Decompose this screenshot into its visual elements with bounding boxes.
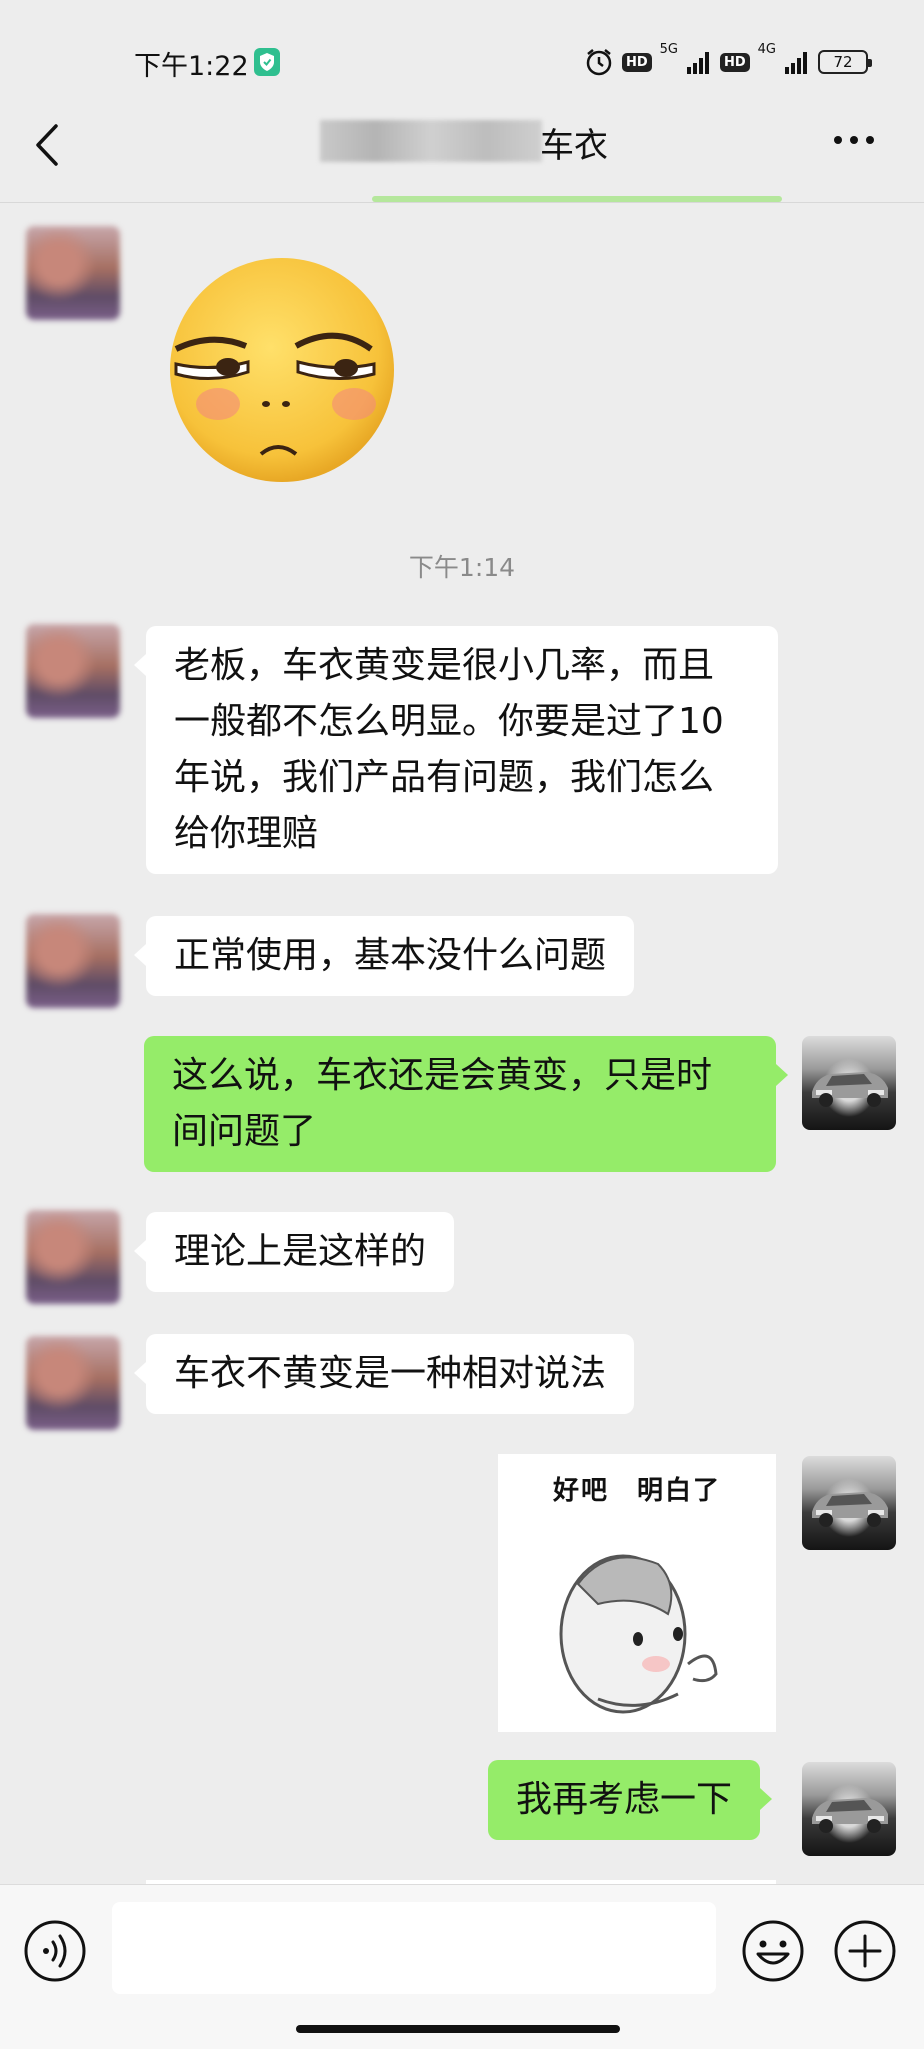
message-line: 给你理赔 <box>174 813 319 854</box>
status-time: 下午1:22 <box>134 51 249 82</box>
alarm-icon <box>586 49 612 76</box>
message-line: 一般都不怎么明显。你要是过了10 <box>174 701 724 742</box>
hamster-sticker[interactable]: 好吧 明白了 <box>498 1454 776 1732</box>
network-4g-label: 4G <box>757 42 776 57</box>
incoming-message-bubble[interactable]: 理论上是这样的 <box>133 1212 455 1292</box>
my-avatar[interactable] <box>802 1456 896 1550</box>
contact-avatar[interactable] <box>26 1210 120 1304</box>
message-line: 间问题了 <box>172 1111 317 1152</box>
message-line: 年说，我们产品有问题，我们怎么 <box>174 757 715 798</box>
message-text: 我再考虑一下 <box>516 1779 733 1820</box>
my-avatar[interactable] <box>802 1036 896 1130</box>
incoming-message-bubble[interactable]: 老板，车衣黄变是很小几率，而且 一般都不怎么明显。你要是过了10 年说，我们产品… <box>134 626 778 874</box>
sticker-caption: 好吧 明白了 <box>552 1476 721 1506</box>
message-text: 车衣不黄变是一种相对说法 <box>174 1353 607 1394</box>
chat-title: 车衣 <box>540 126 608 166</box>
message-input[interactable] <box>112 1902 716 1994</box>
back-arrow-icon[interactable] <box>30 122 64 168</box>
hd-badge-2: HD <box>719 52 750 72</box>
incoming-message-bubble[interactable]: 正常使用，基本没什么问题 <box>133 916 635 996</box>
contact-avatar[interactable] <box>26 1336 120 1430</box>
incoming-message-bubble[interactable]: 车衣不黄变是一种相对说法 <box>133 1334 635 1414</box>
signal-icon-2 <box>785 52 807 74</box>
hd-badge: HD <box>621 52 652 72</box>
voice-input-icon[interactable] <box>22 1918 88 1984</box>
signal-icon <box>686 52 709 74</box>
more-options-icon[interactable] <box>832 130 876 150</box>
contact-avatar[interactable] <box>26 226 120 320</box>
message-text: 理论上是这样的 <box>174 1231 427 1272</box>
title-blurred-region <box>320 120 542 162</box>
emoji-icon[interactable] <box>740 1918 806 1984</box>
message-text: 正常使用，基本没什么问题 <box>174 935 607 976</box>
plus-icon[interactable] <box>832 1918 898 1984</box>
my-avatar[interactable] <box>802 1762 896 1856</box>
hamster-icon <box>559 1554 718 1714</box>
outgoing-message-bubble[interactable]: 我再考虑一下 <box>488 1760 773 1840</box>
car-icon <box>812 1072 888 1107</box>
car-icon <box>812 1492 888 1527</box>
outgoing-message-bubble[interactable]: 这么说，车衣还是会黄变，只是时 间问题了 <box>144 1036 788 1172</box>
home-indicator[interactable] <box>296 2025 620 2033</box>
smirking-face-emoji-sticker[interactable] <box>166 254 398 486</box>
network-5g-label: 5G <box>659 42 678 57</box>
shield-icon <box>254 48 280 76</box>
previous-message-edge <box>372 196 782 202</box>
message-timestamp: 下午1:14 <box>408 553 516 582</box>
status-indicators: HD 5G HD 4G 72 <box>584 42 872 80</box>
battery-indicator: 72 <box>818 50 872 74</box>
contact-avatar[interactable] <box>26 914 120 1008</box>
contact-avatar[interactable] <box>26 624 120 718</box>
car-icon <box>812 1798 888 1833</box>
message-line: 这么说，车衣还是会黄变，只是时 <box>172 1055 713 1096</box>
message-line: 老板，车衣黄变是很小几率，而且 <box>174 645 715 686</box>
